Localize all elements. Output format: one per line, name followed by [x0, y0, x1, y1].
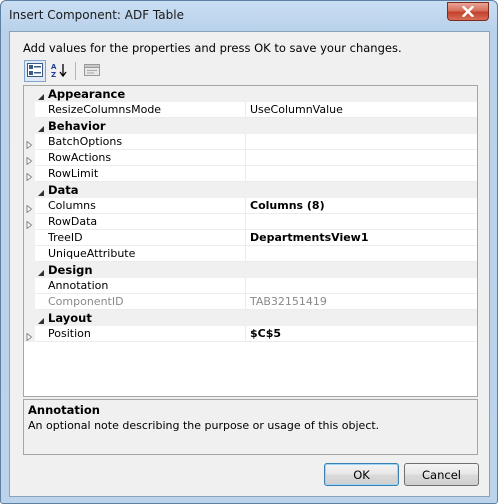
category-design[interactable]: Design — [24, 262, 477, 278]
description-title: Annotation — [28, 403, 100, 417]
property-value-cell[interactable]: DepartmentsView1 — [246, 230, 477, 246]
row-gutter — [24, 134, 35, 150]
category-label: Data — [48, 183, 79, 197]
row-gutter — [24, 214, 35, 230]
property-value: $C$5 — [250, 327, 282, 340]
property-value: DepartmentsView1 — [250, 231, 369, 244]
property-row-row-data[interactable]: RowData — [24, 214, 477, 230]
property-name: Position — [48, 327, 91, 340]
property-name: BatchOptions — [48, 135, 123, 148]
category-label: Layout — [48, 311, 92, 325]
property-name-cell[interactable]: Columns — [35, 198, 246, 214]
property-row-resize-columns-mode[interactable]: ResizeColumnsMode UseColumnValue — [24, 102, 477, 118]
ok-button[interactable]: OK — [324, 463, 399, 486]
property-name-cell[interactable]: Annotation — [35, 278, 246, 294]
row-gutter — [24, 198, 35, 214]
row-gutter — [24, 294, 35, 310]
description-text: An optional note describing the purpose … — [28, 419, 380, 432]
row-gutter — [24, 102, 35, 118]
property-name: ResizeColumnsMode — [48, 103, 162, 116]
row-gutter — [24, 326, 35, 342]
property-value-cell[interactable] — [246, 214, 477, 230]
property-row-batch-options[interactable]: BatchOptions — [24, 134, 477, 150]
property-value-cell[interactable]: $C$5 — [246, 326, 477, 342]
property-name-cell[interactable]: ResizeColumnsMode — [35, 102, 246, 118]
property-name-cell[interactable]: Position — [35, 326, 246, 342]
property-row-columns[interactable]: Columns Columns (8) — [24, 198, 477, 214]
alphabetical-sort-button[interactable]: A Z — [48, 60, 70, 82]
cancel-button[interactable]: Cancel — [404, 463, 479, 486]
property-name: RowActions — [48, 151, 112, 164]
property-value-cell[interactable] — [246, 166, 477, 182]
property-name-cell[interactable]: ComponentID — [35, 294, 246, 310]
instruction-text: Add values for the properties and press … — [23, 41, 402, 55]
property-value-cell[interactable]: Columns (8) — [246, 198, 477, 214]
category-label: Behavior — [48, 119, 106, 133]
expand-icon[interactable] — [26, 330, 33, 344]
property-value-cell[interactable] — [246, 246, 477, 262]
property-value-cell[interactable]: TAB32151419 — [246, 294, 477, 310]
property-name: RowData — [48, 215, 98, 228]
categorized-view-icon — [27, 62, 43, 80]
property-name: Columns — [48, 199, 96, 212]
row-gutter — [24, 230, 35, 246]
categorized-view-button[interactable] — [24, 60, 46, 82]
property-row-row-limit[interactable]: RowLimit — [24, 166, 477, 182]
category-label: Appearance — [48, 87, 126, 101]
property-name-cell[interactable]: UniqueAttribute — [35, 246, 246, 262]
row-gutter — [24, 246, 35, 262]
property-name-cell[interactable]: RowLimit — [35, 166, 246, 182]
property-name-cell[interactable]: RowActions — [35, 150, 246, 166]
category-label: Design — [48, 263, 93, 277]
toolbar-separator — [75, 62, 76, 80]
category-data[interactable]: Data — [24, 182, 477, 198]
description-panel: Annotation An optional note describing t… — [23, 399, 478, 455]
property-name: Annotation — [48, 279, 109, 292]
property-grid[interactable]: Appearance ResizeColumnsMode UseColumnVa… — [23, 85, 478, 397]
property-grid-toolbar: A Z — [24, 60, 105, 82]
property-row-tree-id[interactable]: TreeID DepartmentsView1 — [24, 230, 477, 246]
category-appearance[interactable]: Appearance — [24, 86, 477, 102]
property-value: Columns (8) — [250, 199, 325, 212]
category-behavior[interactable]: Behavior — [24, 118, 477, 134]
property-value: UseColumnValue — [250, 103, 343, 116]
property-name: TreeID — [48, 231, 83, 244]
property-value-cell[interactable]: UseColumnValue — [246, 102, 477, 118]
property-value-cell[interactable] — [246, 134, 477, 150]
svg-text:A: A — [51, 63, 57, 71]
close-icon — [462, 6, 474, 17]
row-gutter — [24, 278, 35, 294]
close-button[interactable] — [447, 2, 489, 21]
property-row-position[interactable]: Position $C$5 — [24, 326, 477, 342]
row-gutter — [24, 166, 35, 182]
property-name: UniqueAttribute — [48, 247, 136, 260]
property-pages-button[interactable] — [81, 60, 103, 82]
dialog-window: Insert Component: ADF Table Add values f… — [0, 0, 498, 504]
svg-text:Z: Z — [51, 71, 56, 78]
property-row-row-actions[interactable]: RowActions — [24, 150, 477, 166]
property-pages-icon — [84, 63, 100, 80]
title-bar[interactable]: Insert Component: ADF Table — [1, 1, 497, 29]
property-name-cell[interactable]: RowData — [35, 214, 246, 230]
property-value-cell[interactable] — [246, 150, 477, 166]
property-row-annotation[interactable]: Annotation — [24, 278, 477, 294]
property-value: TAB32151419 — [250, 295, 327, 308]
row-gutter — [24, 150, 35, 166]
category-layout[interactable]: Layout — [24, 310, 477, 326]
property-value-cell[interactable] — [246, 278, 477, 294]
property-row-component-id[interactable]: ComponentID TAB32151419 — [24, 294, 477, 310]
alphabetical-sort-icon: A Z — [50, 62, 68, 81]
window-title: Insert Component: ADF Table — [9, 8, 184, 22]
property-row-unique-attribute[interactable]: UniqueAttribute — [24, 246, 477, 262]
property-name-cell[interactable]: TreeID — [35, 230, 246, 246]
dialog-client-area: Add values for the properties and press … — [9, 31, 490, 497]
property-name: RowLimit — [48, 167, 99, 180]
property-name-cell[interactable]: BatchOptions — [35, 134, 246, 150]
property-name: ComponentID — [48, 295, 124, 308]
